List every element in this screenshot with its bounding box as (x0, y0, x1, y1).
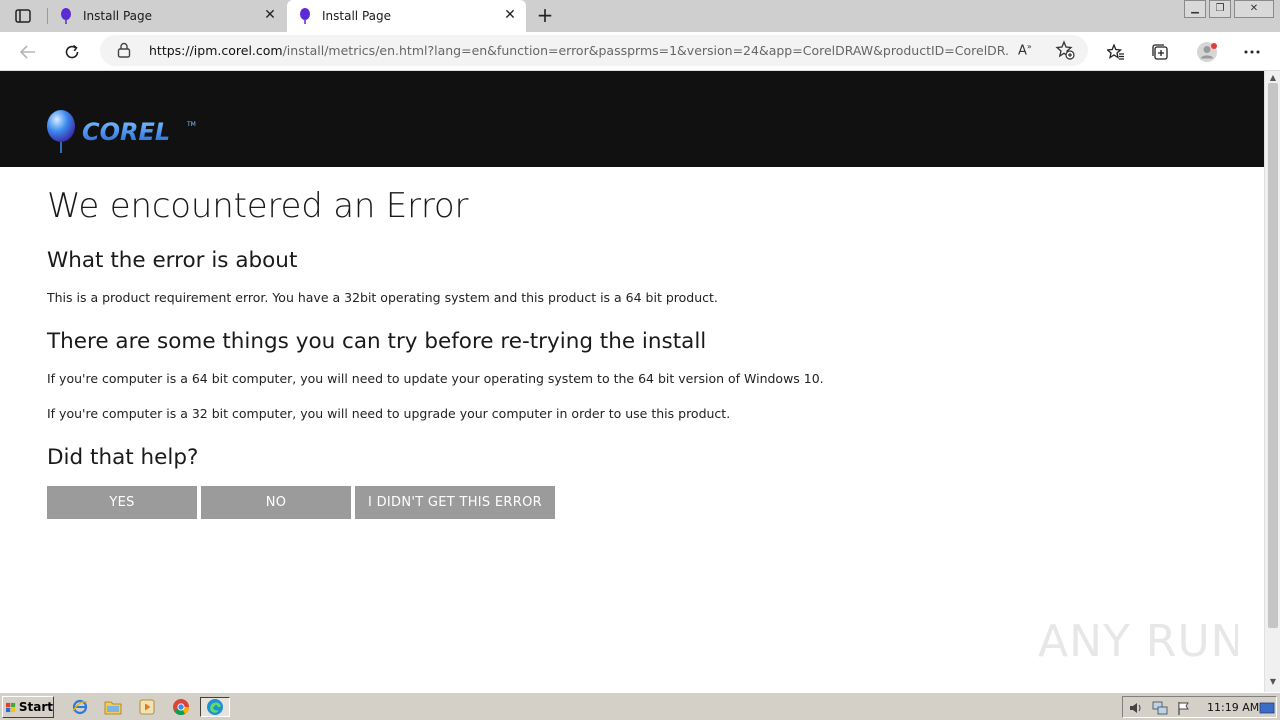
watermark-text: ANY RUN (1038, 616, 1238, 667)
didnt-get-error-button[interactable]: I DIDN'T GET THIS ERROR (355, 486, 555, 519)
collections-icon[interactable] (1146, 38, 1174, 66)
profile-avatar-icon[interactable] (1193, 38, 1221, 66)
corel-logo[interactable]: COREL TM (45, 109, 205, 155)
corel-balloon-favicon-icon (61, 8, 71, 24)
favorites-icon[interactable] (1102, 38, 1130, 66)
minimize-window-icon[interactable]: ▁ (1184, 0, 1206, 18)
web-page: COREL TM We encountered an Error What th… (0, 71, 1264, 667)
corel-wordmark: COREL (82, 118, 170, 146)
volume-icon[interactable] (1128, 700, 1144, 716)
url-host: https://ipm.corel.com (149, 43, 283, 58)
tab-actions-button[interactable] (6, 5, 40, 27)
tab-title: Install Page (83, 9, 152, 23)
anyrun-watermark: ANY RUN (1038, 616, 1238, 667)
start-label: Start (18, 700, 53, 714)
scroll-down-arrow-icon[interactable]: ▼ (1268, 677, 1278, 687)
system-tray: 11:19 AM (1122, 696, 1277, 718)
network-icon[interactable] (1152, 700, 1168, 716)
show-desktop-icon[interactable] (1259, 700, 1275, 716)
no-button[interactable]: NO (201, 486, 351, 519)
windows-flag-icon (6, 702, 16, 712)
tab-title: Install Page (322, 9, 391, 23)
back-arrow-icon[interactable] (14, 38, 42, 66)
action-center-flag-icon[interactable] (1176, 700, 1192, 716)
error-description: This is a product requirement error. You… (47, 290, 718, 305)
file-explorer-icon[interactable] (102, 697, 124, 717)
suggestion-64bit: If you're computer is a 64 bit computer,… (47, 371, 824, 386)
browser-toolbar: https://ipm.corel.com/install/metrics/en… (0, 32, 1280, 71)
tab-actions-icon (15, 9, 31, 23)
page-title: We encountered an Error (47, 186, 469, 226)
chrome-icon[interactable] (170, 697, 192, 717)
start-button[interactable]: Start (2, 696, 54, 718)
trademark-symbol: TM (186, 121, 196, 128)
add-favorite-star-icon[interactable] (1055, 40, 1075, 60)
yes-button[interactable]: YES (47, 486, 197, 519)
lock-icon[interactable] (117, 42, 131, 58)
tab-install-page-2[interactable]: Install Page ✕ (287, 0, 526, 32)
new-tab-plus-icon[interactable]: + (534, 4, 556, 26)
tab-close-icon[interactable]: ✕ (503, 8, 517, 22)
edge-taskbar-icon[interactable] (200, 697, 230, 717)
section-heading-error-about: What the error is about (47, 248, 298, 273)
section-heading-things-to-try: There are some things you can try before… (47, 329, 707, 354)
url-text[interactable]: https://ipm.corel.com/install/metrics/en… (149, 43, 1009, 58)
address-bar[interactable]: https://ipm.corel.com/install/metrics/en… (100, 35, 1088, 66)
corel-balloon-favicon-icon (300, 8, 310, 24)
close-window-icon[interactable]: ✕ (1234, 0, 1274, 18)
tab-install-page-1[interactable]: Install Page ✕ (48, 0, 286, 32)
suggestion-32bit: If you're computer is a 32 bit computer,… (47, 406, 731, 421)
tab-close-icon[interactable]: ✕ (263, 8, 277, 22)
refresh-icon[interactable] (58, 38, 86, 66)
clock[interactable]: 11:19 AM (1207, 701, 1259, 714)
vertical-scrollbar[interactable]: ▲ ▼ (1264, 71, 1280, 692)
url-path: /install/metrics/en.html?lang=en&functio… (282, 43, 1009, 58)
internet-explorer-icon[interactable] (69, 697, 91, 717)
media-player-icon[interactable] (136, 697, 158, 717)
tab-strip: Install Page ✕ Install Page ✕ + ▁ ❐ ✕ (0, 0, 1280, 32)
brand-header: COREL TM (0, 71, 1264, 167)
read-aloud-icon[interactable]: A» (1018, 42, 1032, 58)
scrollbar-thumb[interactable] (1268, 83, 1278, 628)
more-menu-icon[interactable] (1238, 38, 1266, 66)
restore-window-icon[interactable]: ❐ (1209, 0, 1231, 18)
help-heading: Did that help? (47, 445, 199, 470)
scroll-up-arrow-icon[interactable]: ▲ (1268, 73, 1278, 83)
taskbar: Start 11:19 AM (0, 692, 1280, 720)
